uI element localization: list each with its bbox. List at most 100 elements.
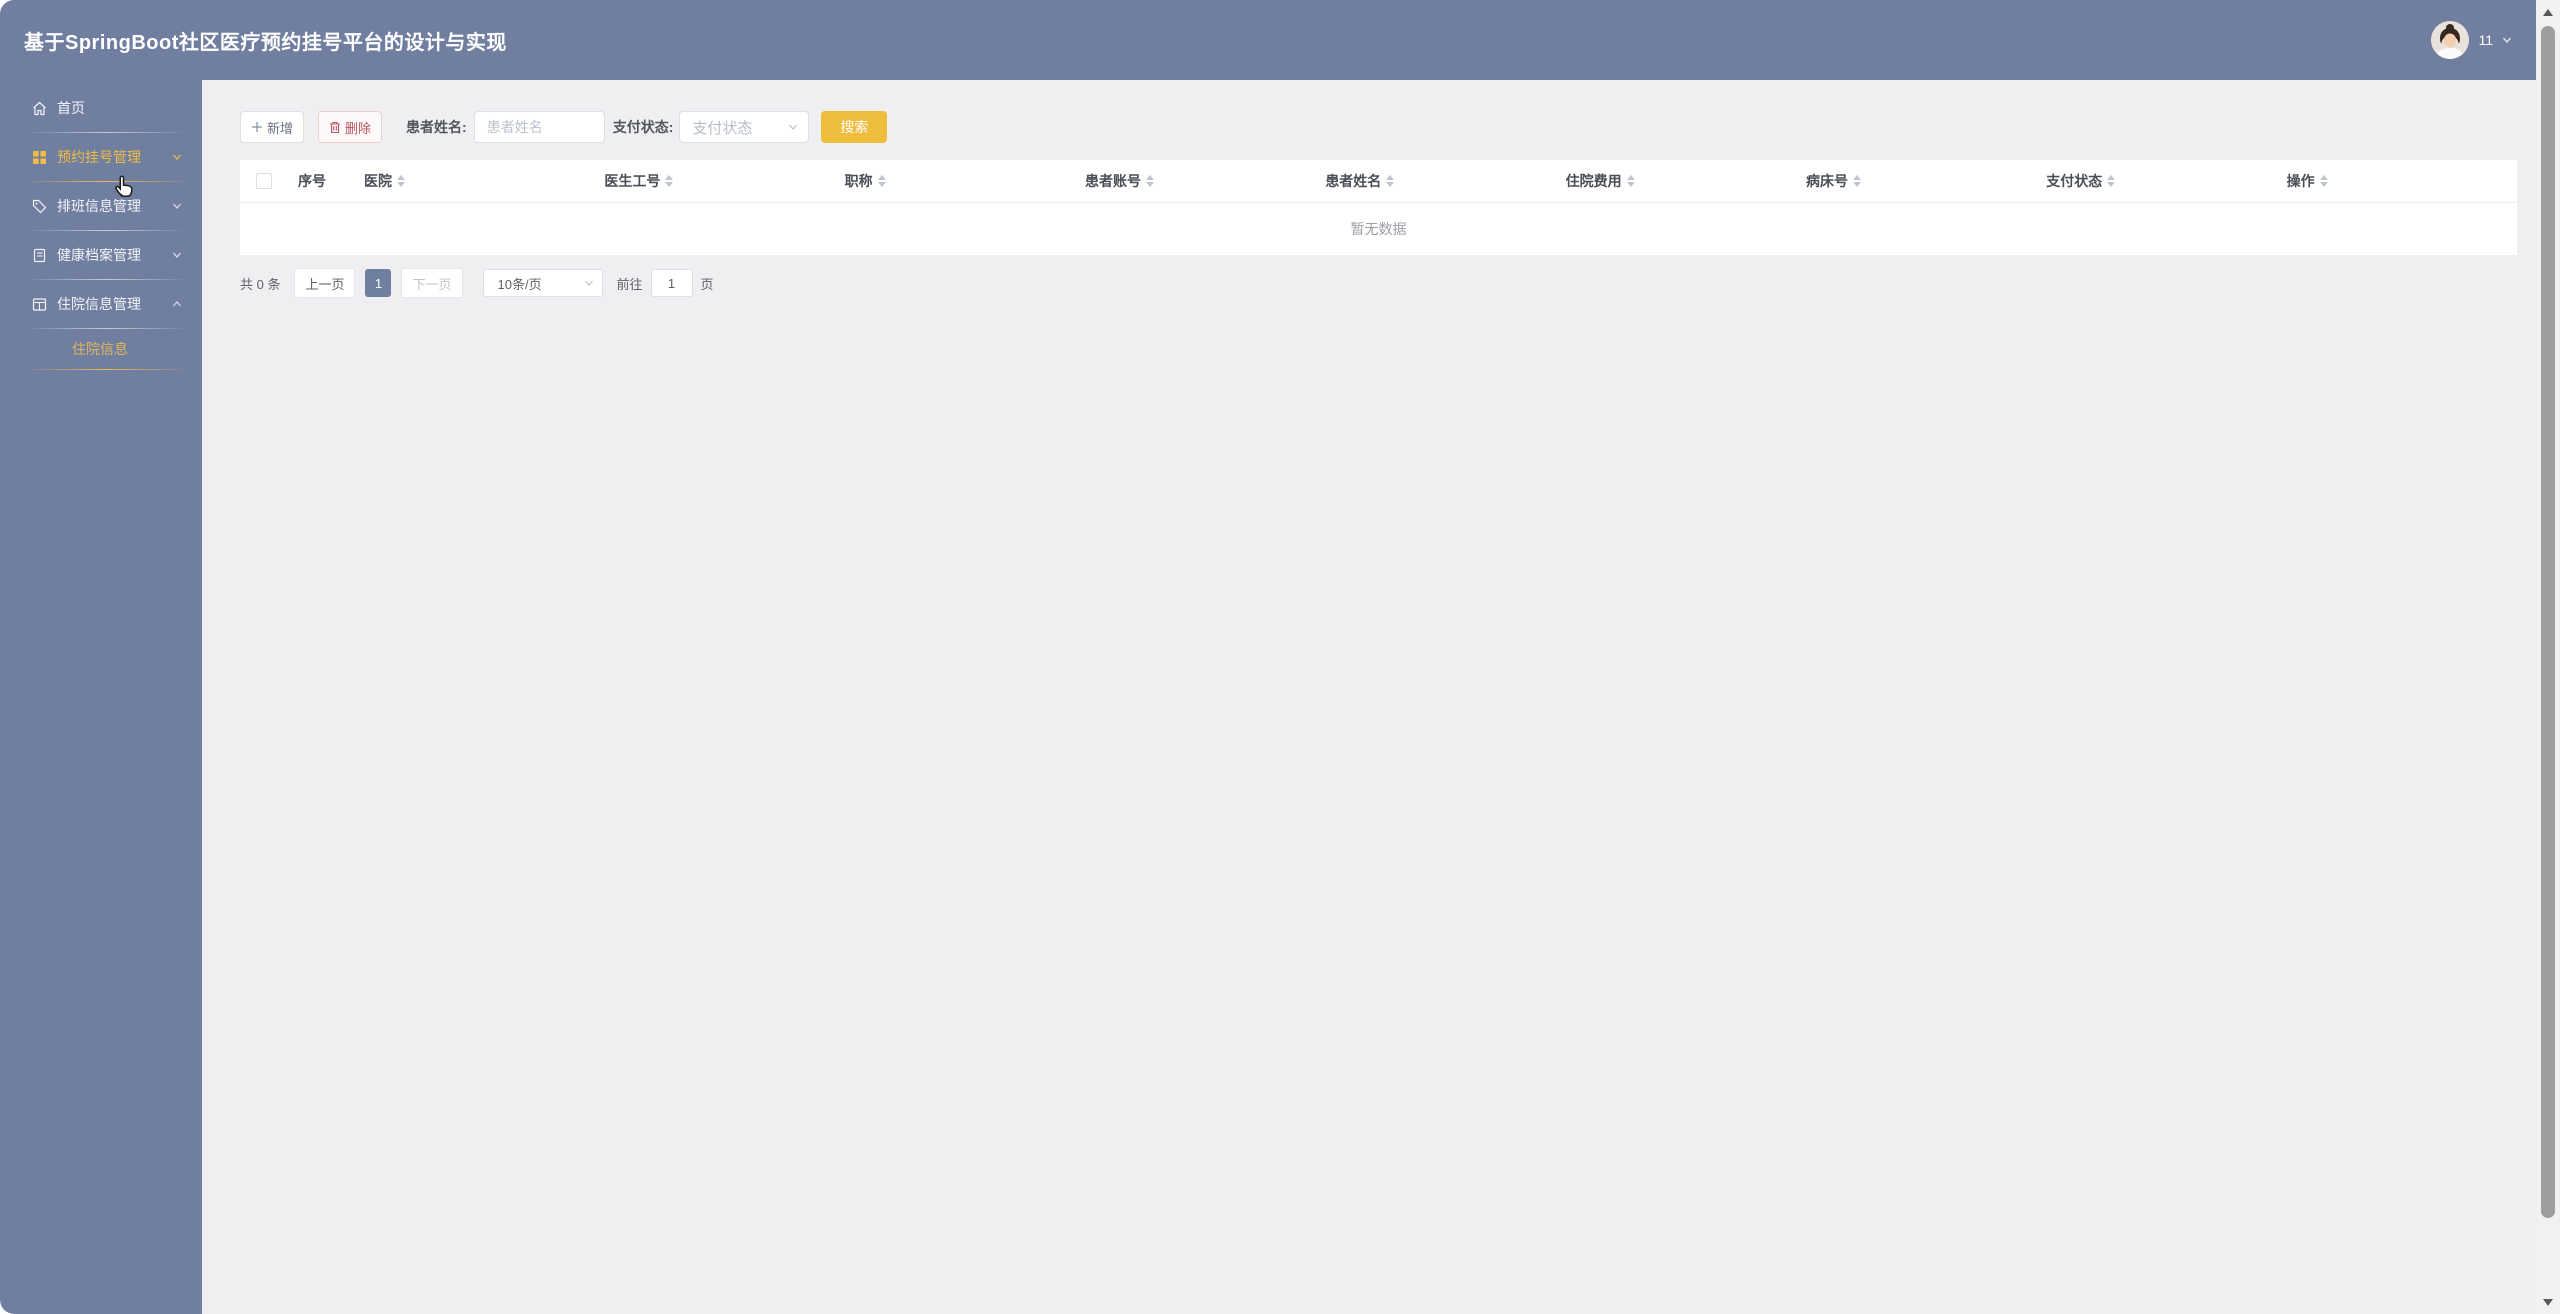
chevron-up-icon [173,301,181,307]
column-label: 支付状态 [2046,173,2103,189]
vertical-scrollbar[interactable] [2536,0,2560,1314]
avatar[interactable] [2431,21,2470,59]
column-label: 医院 [364,173,392,189]
sort-carets[interactable] [397,171,405,191]
column-label: 患者姓名 [1325,173,1382,189]
sidebar-subitem-label: 住院信息 [72,341,128,357]
table-header-row: 序号 医院 医生工号 职称 患者账号 患者姓名 住院费用 病床号 支付状态 操作 [240,160,2517,203]
column-label: 操作 [2286,173,2315,189]
next-page-label: 下一页 [412,276,452,292]
appointment-grid-icon [33,150,46,164]
sidebar-item-schedule-management[interactable]: 排班信息管理 [0,182,202,230]
patient-name-label: 患者姓名: [406,119,467,135]
select-all-checkbox[interactable] [256,173,272,189]
trash-icon [330,121,341,133]
table-header-bed-number[interactable]: 病床号 [1796,171,2036,191]
patient-name-input[interactable] [473,111,605,143]
chevron-down-icon [173,252,181,258]
pay-status-select-placeholder: 支付状态 [692,119,753,137]
table-header-patient-account[interactable]: 患者账号 [1075,171,1315,191]
column-label: 病床号 [1805,173,1848,189]
sort-carets[interactable] [1386,171,1395,191]
empty-text: 暂无数据 [1350,221,1407,237]
sidebar-item-home[interactable]: 首页 [0,84,202,132]
sidebar-divider [32,369,182,370]
sort-carets[interactable] [877,171,886,191]
health-record-icon [33,248,46,262]
page-title: 基于SpringBoot社区医疗预约挂号平台的设计与实现 [24,31,507,54]
sidebar-item-health-record-management[interactable]: 健康档案管理 [0,231,202,279]
sidebar-item-label: 排班信息管理 [57,198,141,214]
add-button-label: 新增 [267,120,294,136]
table-header-job-title[interactable]: 职称 [835,171,1075,191]
pay-status-label: 支付状态: [612,119,674,135]
app-window: 基于SpringBoot社区医疗预约挂号平台的设计与实现 11 首页 预约挂号管… [0,0,2536,1314]
toolbar: 新增 删除 患者姓名: 支付状态: 支付状态 搜索 [240,111,2517,143]
page-number-1[interactable]: 1 [365,269,392,297]
chevron-down-icon [173,203,181,209]
chevron-down-icon [584,280,593,286]
sidebar-item-label: 预约挂号管理 [57,149,141,165]
page-size-label: 10条/页 [497,276,542,292]
chevron-down-icon[interactable] [2502,35,2512,45]
username: 11 [2478,32,2493,48]
page-size-select[interactable]: 10条/页 [482,269,603,297]
top-header-bar: 基于SpringBoot社区医疗预约挂号平台的设计与实现 11 [0,0,2536,80]
column-label: 职称 [844,173,873,189]
hospitalization-table-icon [32,297,47,311]
user-menu[interactable]: 11 [2431,21,2512,59]
sidebar-item-label: 住院信息管理 [57,296,141,312]
sidebar-item-hospitalization-management[interactable]: 住院信息管理 [0,280,202,328]
sort-carets[interactable] [1626,171,1635,191]
table-header-index: 序号 [288,171,354,191]
chevron-down-icon [173,154,181,160]
scrollbar-thumb[interactable] [2541,26,2555,1218]
goto-label: 前往 [616,276,643,292]
sort-carets[interactable] [665,171,674,191]
chevron-down-icon [789,124,798,130]
table-header-patient-name[interactable]: 患者姓名 [1315,171,1555,191]
main-content: 新增 删除 患者姓名: 支付状态: 支付状态 搜索 [202,80,2536,1314]
column-label: 住院费用 [1565,173,1622,189]
plus-icon [252,122,262,132]
goto-suffix: 页 [700,276,714,292]
add-button[interactable]: 新增 [240,111,305,143]
scroll-up-arrow[interactable] [2536,2,2560,20]
sort-carets[interactable] [2319,171,2328,191]
column-label: 患者账号 [1084,173,1141,189]
next-page-button[interactable]: 下一页 [401,268,463,298]
sidebar-subitem-hospitalization-info[interactable]: 住院信息 [0,329,202,369]
column-label: 序号 [298,173,326,189]
home-icon [33,101,46,115]
sidebar-item-label: 首页 [57,100,85,116]
delete-button[interactable]: 删除 [318,111,383,143]
table-header-doctor-id[interactable]: 医生工号 [594,171,834,191]
table-header-hospital[interactable]: 医院 [354,171,594,191]
table-empty-state: 暂无数据 [240,203,2517,255]
goto-page-input[interactable] [650,269,693,297]
prev-page-button[interactable]: 上一页 [294,268,356,298]
pagination: 共 0 条 上一页 1 下一页 10条/页 前往 页 [240,268,2517,298]
data-table: 序号 医院 医生工号 职称 患者账号 患者姓名 住院费用 病床号 支付状态 操作… [240,160,2517,255]
sidebar-item-label: 健康档案管理 [57,247,141,263]
table-header-pay-status[interactable]: 支付状态 [2036,171,2276,191]
sort-carets[interactable] [1145,171,1154,191]
prev-page-label: 上一页 [305,276,345,292]
sidebar-item-appointment-management[interactable]: 预约挂号管理 [0,133,202,181]
delete-button-label: 删除 [345,120,372,136]
search-button[interactable]: 搜索 [821,111,888,143]
table-header-hospitalization-cost[interactable]: 住院费用 [1556,171,1796,191]
schedule-tag-icon [32,199,47,213]
sort-carets[interactable] [1852,171,1861,191]
scroll-down-arrow[interactable] [2536,1294,2560,1312]
pagination-total: 共 0 条 [240,276,281,292]
pay-status-select[interactable]: 支付状态 [679,111,810,143]
search-button-label: 搜索 [840,119,869,135]
table-header-checkbox-cell [240,173,288,189]
sort-carets[interactable] [2107,171,2116,191]
table-header-actions[interactable]: 操作 [2277,171,2517,191]
sidebar: 首页 预约挂号管理 排班信息管理 健康档案管理 住院信息管理 住院信息 [0,80,202,1314]
avatar-image [2431,21,2470,59]
current-page-label: 1 [374,275,383,291]
column-label: 医生工号 [604,173,661,189]
